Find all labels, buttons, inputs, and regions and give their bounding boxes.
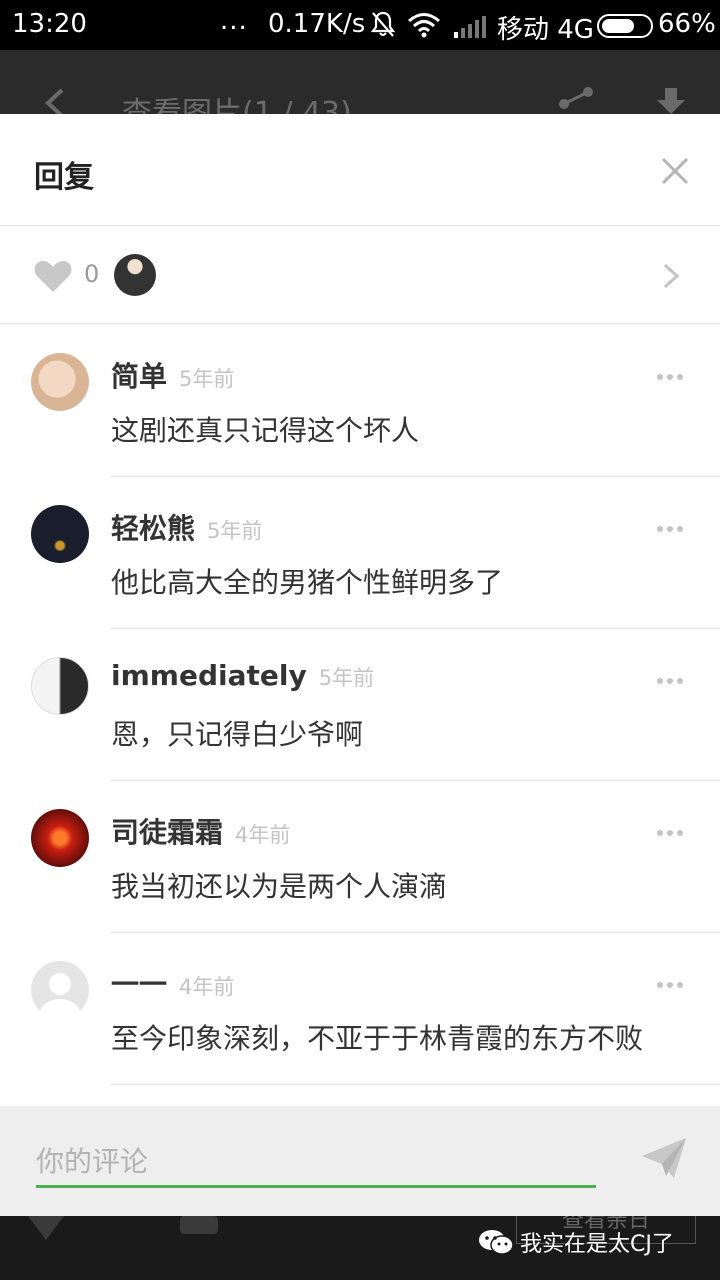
author-name[interactable]: 司徒霜霜 [111, 816, 223, 849]
comment-item[interactable]: 轻松熊 5年前 他比高大全的男猪个性鲜明多了 [0, 477, 720, 629]
viewer-header: 查看图片(1 / 43) [0, 50, 720, 131]
send-icon[interactable] [640, 1136, 688, 1180]
avatar[interactable] [31, 657, 89, 715]
battery-percent: 66% [658, 9, 716, 39]
comment-author: 简单 5年前 [111, 355, 234, 395]
modal-title: 回复 [34, 160, 94, 195]
signal-icon [454, 16, 486, 38]
comment-author: 一一 4年前 [111, 963, 234, 1003]
comment-time: 5年前 [179, 367, 235, 391]
comment-item[interactable]: 一一 4年前 至今印象深刻，不亚于于林青霞的东方不败 [0, 933, 720, 1085]
bell-muted-icon [370, 11, 396, 37]
more-icon[interactable] [656, 829, 684, 837]
comment-time: 4年前 [179, 975, 235, 999]
comment-input-bar [0, 1106, 720, 1216]
status-dots: ... [220, 6, 248, 36]
more-icon[interactable] [656, 677, 684, 685]
battery-icon [597, 14, 653, 38]
watermark-text: 我实在是太CJ了 [520, 1232, 674, 1257]
reply-modal: 回复 0 简单 5年前 这剧还真只记得这个坏人 轻松熊 5年前 他比高大全的男猪个性… [0, 114, 720, 1216]
more-icon[interactable] [656, 525, 684, 533]
comment-icon[interactable] [180, 1216, 218, 1236]
comment-time: 5年前 [207, 519, 263, 543]
more-icon[interactable] [656, 373, 684, 381]
share-icon[interactable] [556, 86, 596, 116]
watermark: 我实在是太CJ了 [478, 1226, 674, 1258]
comment-time: 4年前 [235, 823, 291, 847]
status-bar: 13:20 ... 0.17K/s 移动 4G 66% [0, 0, 720, 50]
comment-text: 这剧还真只记得这个坏人 [111, 414, 420, 447]
network-speed: 0.17K/s [268, 9, 366, 39]
heart-icon[interactable] [33, 259, 73, 293]
comment-author: 轻松熊 5年前 [111, 507, 262, 547]
comment-item[interactable]: 司徒霜霜 4年前 我当初还以为是两个人演滴 [0, 781, 720, 933]
divider [110, 1084, 720, 1085]
chevron-right-icon[interactable] [662, 262, 680, 290]
liker-avatar[interactable] [114, 254, 156, 296]
author-name[interactable]: 简单 [111, 360, 167, 393]
comment-list: 简单 5年前 这剧还真只记得这个坏人 轻松熊 5年前 他比高大全的男猪个性鲜明多了 … [0, 325, 720, 1085]
close-icon[interactable] [660, 156, 690, 186]
author-name[interactable]: 一一 [111, 968, 167, 1001]
likes-row[interactable]: 0 [0, 226, 720, 324]
comment-author: immediately 5年前 [111, 659, 374, 692]
comment-time: 5年前 [318, 666, 375, 690]
author-name[interactable]: immediately [111, 659, 307, 692]
comment-text: 他比高大全的男猪个性鲜明多了 [111, 566, 504, 599]
likes-count: 0 [84, 260, 100, 288]
comment-text: 至今印象深刻，不亚于于林青霞的东方不败 [111, 1022, 644, 1055]
user-icon [40, 973, 80, 1019]
carrier-label: 移动 4G [497, 15, 594, 45]
author-name[interactable]: 轻松熊 [111, 512, 195, 545]
wechat-icon [479, 1230, 514, 1255]
avatar[interactable] [31, 809, 89, 867]
default-avatar[interactable] [31, 961, 89, 1019]
modal-header: 回复 [0, 114, 720, 226]
heart-icon[interactable] [28, 1216, 64, 1242]
wifi-icon [408, 13, 440, 38]
more-icon[interactable] [656, 981, 684, 989]
comment-author: 司徒霜霜 4年前 [111, 811, 290, 851]
avatar[interactable] [31, 353, 89, 411]
comment-item[interactable]: immediately 5年前 恩，只记得白少爷啊 [0, 629, 720, 781]
download-icon[interactable] [654, 86, 688, 116]
comment-text: 恩，只记得白少爷啊 [111, 718, 364, 751]
comment-text: 我当初还以为是两个人演滴 [111, 870, 448, 903]
comment-item[interactable]: 简单 5年前 这剧还真只记得这个坏人 [0, 325, 720, 477]
avatar[interactable] [31, 505, 89, 563]
status-time: 13:20 [12, 9, 87, 39]
comment-input[interactable] [36, 1138, 596, 1188]
